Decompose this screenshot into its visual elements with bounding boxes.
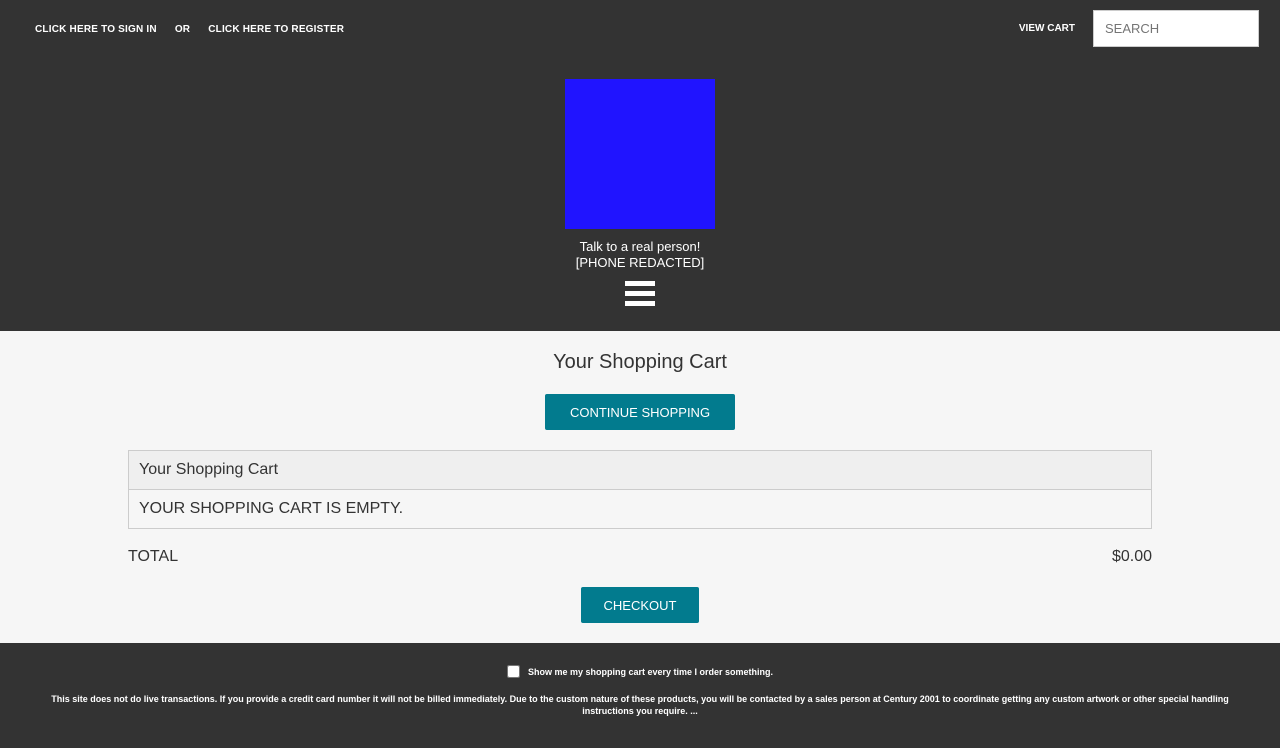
site-header: CLICK HERE TO SIGN IN OR CLICK HERE TO R… bbox=[0, 0, 1280, 331]
menu-bar bbox=[625, 291, 655, 296]
view-cart-link[interactable]: VIEW CART bbox=[1019, 23, 1075, 34]
cart-table-header: Your Shopping Cart bbox=[129, 451, 1151, 490]
total-row: TOTAL $0.00 bbox=[128, 548, 1152, 566]
disclaimer-text: This site does not do live transactions.… bbox=[51, 694, 1229, 716]
cart-empty-message: YOUR SHOPPING CART IS EMPTY. bbox=[139, 500, 404, 517]
contact-phone: [PHONE REDACTED] bbox=[575, 255, 705, 270]
register-link[interactable]: CLICK HERE TO REGISTER bbox=[208, 24, 344, 35]
or-text: OR bbox=[174, 24, 191, 35]
show-cart-checkbox[interactable] bbox=[506, 665, 520, 678]
menu-bar bbox=[625, 281, 655, 286]
contact-info: Talk to a real person! [PHONE REDACTED] bbox=[0, 239, 1280, 271]
hamburger-menu-icon[interactable] bbox=[625, 281, 655, 306]
page-title: Your Shopping Cart bbox=[553, 351, 727, 373]
menu-bar bbox=[625, 301, 655, 306]
total-label: TOTAL bbox=[128, 548, 179, 565]
cart-table: Your Shopping Cart YOUR SHOPPING CART IS… bbox=[128, 450, 1152, 529]
contact-tagline: Talk to a real person! bbox=[579, 239, 701, 254]
show-cart-option[interactable]: Show me my shopping cart every time I or… bbox=[0, 665, 1280, 678]
search-input[interactable] bbox=[1093, 10, 1259, 47]
top-right-controls: VIEW CART bbox=[1019, 10, 1259, 47]
continue-shopping-button[interactable]: CONTINUE SHOPPING bbox=[545, 394, 735, 430]
cart-main: Your Shopping Cart CONTINUE SHOPPING You… bbox=[0, 331, 1280, 643]
account-links: CLICK HERE TO SIGN IN OR CLICK HERE TO R… bbox=[35, 24, 344, 35]
show-cart-label: Show me my shopping cart every time I or… bbox=[527, 666, 774, 677]
site-footer: Show me my shopping cart every time I or… bbox=[0, 643, 1280, 748]
site-logo[interactable] bbox=[565, 79, 715, 229]
total-value: $0.00 bbox=[1111, 548, 1152, 565]
checkout-button[interactable]: CHECKOUT bbox=[581, 587, 699, 623]
sign-in-link[interactable]: CLICK HERE TO SIGN IN bbox=[35, 24, 157, 35]
top-bar: CLICK HERE TO SIGN IN OR CLICK HERE TO R… bbox=[0, 0, 1280, 59]
